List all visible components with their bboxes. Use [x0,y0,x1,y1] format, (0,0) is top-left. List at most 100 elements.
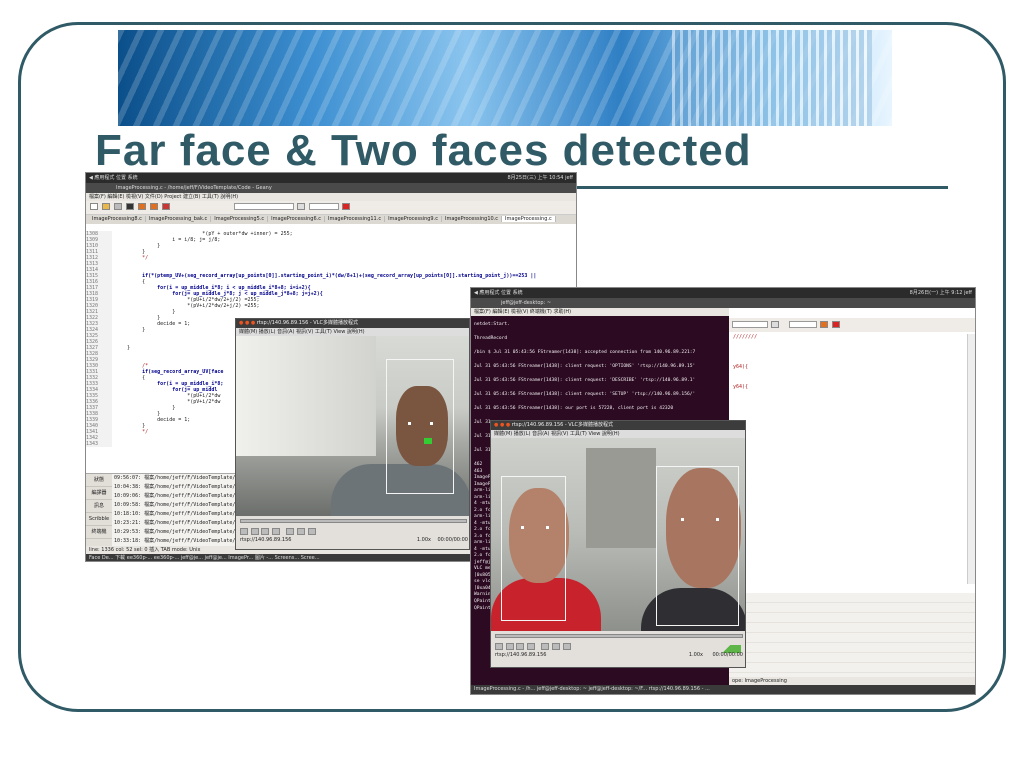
background-wall [236,336,376,456]
code-fragment: //////// [733,334,758,340]
bg-editor-message-panel [729,593,975,677]
tab-file[interactable]: ImageProcessing11.c [325,216,386,222]
face-detection-box [656,466,739,626]
vlc-menubar[interactable]: 媒體(M) 播放(L) 音訊(A) 視訊(V) 工具(T) View 說明(H) [236,328,469,336]
terminal-window-title: jeff@jeff-desktop: ~ [471,298,975,308]
back-icon[interactable] [138,203,147,210]
window-controls-icon[interactable]: ● ● ● [239,320,255,326]
stop-button[interactable] [516,643,525,650]
terminal-line: Jul 31 05:43:56 FStreamer[1438]: our por… [474,406,674,411]
search-input[interactable] [732,321,768,328]
taskbar[interactable]: ImageProcessing.c - /h... jeff@jeff-desk… [471,685,975,694]
bg-editor-code: ////////y64){y64){){ [729,334,967,584]
previous-button[interactable] [250,528,259,535]
message-tab[interactable]: Scribble [86,513,112,526]
previous-button[interactable] [505,643,514,650]
close-icon[interactable] [126,203,135,210]
message-tabs: 狀態 編譯器 訊息 Scribble 終端機 [86,474,112,549]
stream-url: rtsp://140.96.89.156 [240,537,292,543]
fullscreen-button[interactable] [286,528,295,535]
line-code: */ [112,429,149,435]
terminal-line: ThreadRecord [474,336,508,341]
tab-file[interactable]: ImageProcessing9.c [385,216,442,222]
editor-tabs: ImageProcessing8.c ImageProcessing_bak.c I… [86,215,576,224]
seek-bar[interactable] [240,519,467,523]
line-code: */ [112,255,149,261]
terminal-menubar[interactable]: 檔案(F) 編輯(E) 檢視(V) 終端機(T) 求助(H) [471,308,729,316]
terminal-line: /bin $ Jul 31 05:43:56 FStreamer[1438]: … [474,350,696,355]
fullscreen-button[interactable] [541,643,550,650]
seek-bar[interactable] [495,634,743,638]
message-tab[interactable]: 終端機 [86,526,112,539]
terminal-line: Jul 31 05:43:56 FStreamer[1438]: client … [474,364,696,369]
terminal-line: Jul 31 05:43:56 FStreamer[1438]: client … [474,378,696,383]
line-code: } [112,345,131,351]
eye-marker [546,526,549,529]
bg-editor-scrollbar[interactable] [967,334,975,584]
stream-url: rtsp://140.96.89.156 [495,652,547,658]
vlc-menubar[interactable]: 媒體(M) 播放(L) 音訊(A) 視訊(V) 工具(T) View 說明(H) [491,430,745,438]
vlc-controls: rtsp://140.96.89.156 1.00x 00:00/00:00 [491,631,745,667]
goto-line-input[interactable] [309,203,340,210]
video-frame [236,336,469,524]
eye-marker [521,526,524,529]
slide-title: Far face & Two faces detected [95,126,752,175]
vlc-window-two-faces: ● ● ● rtsp://140.96.89.156 - VLC多媒體播放程式 … [490,420,746,668]
geany-menubar[interactable]: 檔案(F) 編輯(E) 檢視(V) 文件(D) Project 建立(B) 工具… [86,193,576,201]
gnome-top-panel: ◀ 應用程式 位置 系統 8月26日(一) 上午 9:12 jeff [471,288,975,298]
next-button[interactable] [271,528,280,535]
window-controls-icon[interactable]: ● ● ● [494,422,510,428]
quit-icon[interactable] [342,203,351,210]
panel-clock: 8月26日(一) 上午 9:12 jeff [909,290,972,296]
playlist-button[interactable] [551,643,560,650]
tab-file[interactable]: ImageProcessing5.c [211,216,269,222]
tab-file-active[interactable]: ImageProcessing.c [502,216,556,222]
panel-menus[interactable]: ◀ 應用程式 位置 系統 [474,290,523,296]
save-icon[interactable] [114,203,123,210]
code-fragment: y64){ [733,384,749,390]
play-pause-button[interactable] [240,528,248,535]
tab-file[interactable]: ImageProcessing_bak.c [145,216,212,222]
line-number: 1343 [86,441,112,447]
jump-icon[interactable] [820,321,829,328]
message-tab[interactable]: 訊息 [86,500,112,513]
bg-editor-toolbar [729,318,975,332]
playback-speed: 1.00x [688,652,703,658]
terminal-line: netdet:Start. [474,322,510,327]
playlist-button[interactable] [296,528,305,535]
line-code: } [112,327,146,333]
tab-file[interactable]: ImageProcessing8.c [89,216,146,222]
search-icon[interactable] [771,321,780,328]
eye-marker [408,422,411,425]
panel-menus[interactable]: ◀ 應用程式 位置 系統 [89,175,138,181]
geany-window-title: ImageProcessing.c - /home/jeff/F/VideoTe… [86,183,576,193]
video-frame [491,438,745,631]
bg-editor-status: ope: ImageProcessing [729,677,975,685]
search-icon[interactable] [297,203,306,210]
playback-speed: 1.00x [416,537,431,543]
stop-button[interactable] [261,528,270,535]
vlc-controls: rtsp://140.96.89.156 1.00x 00:00/00:00 [236,516,469,549]
eye-marker [716,518,719,521]
extended-settings-button[interactable] [562,643,571,650]
new-file-icon[interactable] [90,203,98,210]
playback-time: 00:00/00:00 [437,537,468,543]
title-underline [560,186,948,189]
open-file-icon[interactable] [102,203,111,210]
quit-icon[interactable] [832,321,841,328]
vlc-title: rtsp://140.96.89.156 - VLC多媒體播放程式 [511,422,613,428]
tab-file[interactable]: ImageProcessing6.c [268,216,326,222]
search-input[interactable] [234,203,295,210]
vlc-title: rtsp://140.96.89.156 - VLC多媒體播放程式 [256,320,358,326]
message-tab[interactable]: 編譯器 [86,487,112,500]
extended-settings-button[interactable] [307,528,316,535]
tab-file[interactable]: ImageProcessing10.c [441,216,503,222]
forward-icon[interactable] [150,203,159,210]
message-tab[interactable]: 狀態 [86,474,112,487]
mouth-marker [424,438,432,444]
play-pause-button[interactable] [495,643,503,650]
goto-line-input[interactable] [789,321,818,328]
banner-building [672,30,872,126]
compile-icon[interactable] [162,203,171,210]
next-button[interactable] [526,643,535,650]
